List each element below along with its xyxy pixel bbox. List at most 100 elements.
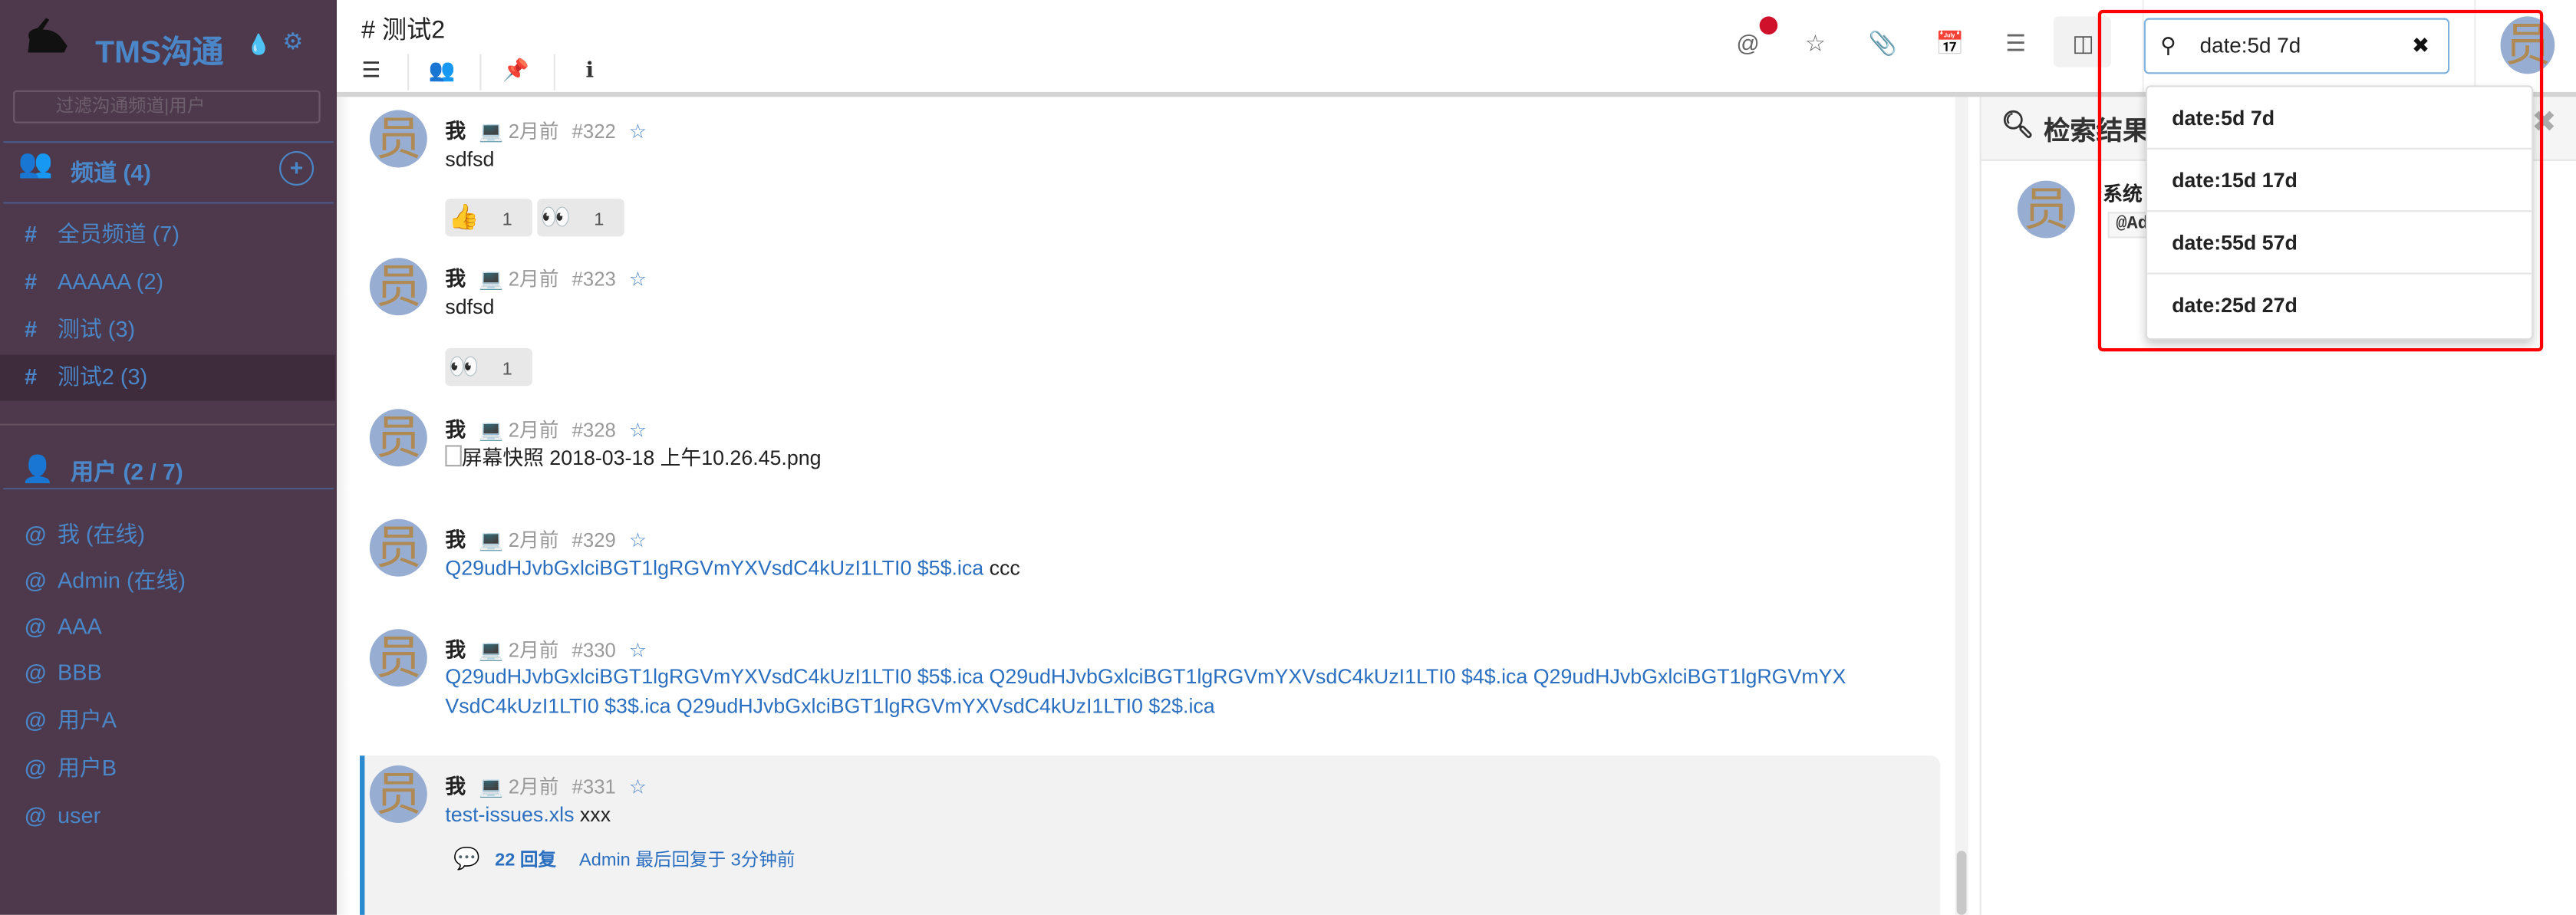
sidebar-user-item[interactable]: @ AAA: [0, 604, 335, 650]
search-box[interactable]: ⚲ date:5d 7d ✖: [2143, 18, 2450, 74]
file-link[interactable]: test-issues.xls: [445, 803, 574, 826]
star-icon[interactable]: ☆: [1797, 30, 1833, 58]
laptop-icon: 💻: [479, 775, 504, 798]
scrollbar-track[interactable]: [1955, 95, 1968, 915]
user-label: 我 (在线): [57, 522, 145, 548]
reaction-eyes[interactable]: 👀 1: [445, 348, 532, 387]
hash-icon: #: [25, 364, 38, 390]
star-icon[interactable]: ☆: [629, 529, 647, 552]
attachment-icon[interactable]: 📎: [1865, 30, 1901, 58]
message-id: #322: [572, 120, 616, 143]
message-text-suffix: xxx: [574, 803, 611, 827]
reply-count[interactable]: 22 回复: [495, 851, 556, 871]
author-name[interactable]: 我: [445, 120, 466, 143]
avatar[interactable]: 员: [369, 258, 427, 316]
sidebar-user-item[interactable]: @ 用户B: [0, 745, 335, 792]
reaction-eyes[interactable]: 👀 1: [536, 199, 624, 237]
user-avatar[interactable]: 员: [2500, 16, 2555, 74]
star-icon[interactable]: ☆: [629, 419, 647, 442]
channel-label: AAAAA (2): [57, 269, 164, 295]
message-text: Q29udHJvbGxlciBGT1lgRGVmYXVsdC4kUzI1LTI0…: [445, 554, 1020, 585]
file-link[interactable]: Q29udHJvbGxlciBGT1lgRGVmYXVsdC4kUzI1LTI0…: [445, 557, 983, 580]
avatar[interactable]: 员: [369, 110, 427, 168]
suggestion-item[interactable]: date:25d 27d: [2147, 275, 2532, 337]
avatar[interactable]: 员: [369, 629, 427, 687]
suggestion-item[interactable]: date:5d 7d: [2147, 87, 2532, 150]
scrollbar-thumb[interactable]: [1956, 851, 1967, 915]
star-icon[interactable]: ☆: [629, 775, 647, 798]
user-label: 用户B: [57, 755, 117, 781]
laptop-icon: 💻: [479, 419, 504, 443]
avatar[interactable]: 员: [2017, 180, 2075, 239]
avatar[interactable]: 员: [369, 409, 427, 467]
timestamp: 2月前: [508, 528, 559, 552]
star-icon[interactable]: ☆: [629, 268, 647, 291]
clear-search-icon[interactable]: ✖: [2412, 33, 2429, 59]
divider: [3, 488, 334, 490]
avatar[interactable]: 员: [369, 518, 427, 577]
sidebar: TMS沟通 💧 ⚙ 👥 频道 (4) + # 全员频道 (7) # AAAAA (2…: [0, 0, 338, 915]
reaction-thumbs-up[interactable]: 👍 1: [445, 199, 532, 237]
calendar-icon[interactable]: 📅: [1932, 30, 1968, 58]
suggestion-item[interactable]: date:55d 57d: [2147, 212, 2532, 275]
close-panel-icon[interactable]: ✖: [2532, 105, 2556, 140]
message-area: 员 我 💻 2月前 #322 ☆ sdfsd 👍 1 👀 1 员 我 💻 2月前 #323 ☆ sdf…: [337, 0, 1968, 915]
avatar[interactable]: 员: [369, 765, 427, 823]
rabbit-logo-icon: [23, 16, 72, 64]
mentions-icon[interactable]: @: [1730, 30, 1766, 56]
author-name[interactable]: 我: [445, 639, 466, 662]
author-name[interactable]: 我: [445, 268, 466, 291]
list-icon[interactable]: ☰: [1998, 30, 2034, 58]
author-name[interactable]: 我: [445, 529, 466, 552]
sidebar-user-item[interactable]: @ 用户A: [0, 698, 335, 744]
pin-icon[interactable]: 📌: [481, 54, 550, 91]
theme-drop-icon[interactable]: 💧: [246, 33, 271, 56]
suggestion-item[interactable]: date:15d 17d: [2147, 150, 2532, 212]
channel-label: 全员频道 (7): [57, 222, 180, 247]
reaction-count: 1: [502, 210, 512, 230]
panel-title: 检索结果: [2044, 118, 2149, 146]
sidebar-channel-item[interactable]: # 全员频道 (7): [0, 212, 335, 258]
comment-icon: 💬: [453, 845, 480, 871]
channel-header: # 测试2 ☰ 👥 📌 ℹ @ ☆ 📎 📅 ☰ ◫ ⚲ date:5d 7d ✖…: [337, 0, 2576, 97]
sidebar-user-item[interactable]: @ 我 (在线): [0, 512, 335, 558]
author-name[interactable]: 我: [445, 419, 466, 442]
divider: [0, 423, 335, 426]
hash-icon: #: [25, 317, 38, 342]
sidebar-channel-item-active[interactable]: # 测试2 (3): [0, 354, 335, 401]
members-icon[interactable]: 👥: [407, 54, 476, 91]
message-image[interactable]: 屏幕快照 2018-03-18 上午10.26.45.png: [445, 443, 822, 475]
search-suggestions-dropdown: date:5d 7d date:15d 17d date:55d 57d dat…: [2145, 85, 2534, 341]
star-icon[interactable]: ☆: [629, 120, 647, 143]
author-name[interactable]: 我: [445, 775, 466, 798]
message-header: 我 💻 2月前 #330 ☆: [445, 633, 647, 664]
sidebar-user-item[interactable]: @ user: [0, 793, 335, 839]
menu-icon[interactable]: ☰: [337, 54, 406, 91]
user-label: Admin (在线): [57, 568, 186, 594]
file-links[interactable]: Q29udHJvbGxlciBGT1lgRGVmYXVsdC4kUzI1LTI0…: [445, 662, 1846, 693]
add-channel-button[interactable]: +: [279, 151, 315, 186]
divider: [3, 202, 334, 204]
user-label: BBB: [57, 660, 102, 686]
sidebar-user-item[interactable]: @ Admin (在线): [0, 558, 335, 604]
info-icon[interactable]: ℹ: [555, 54, 624, 91]
sidebar-channel-item[interactable]: # 测试 (3): [0, 307, 335, 353]
channel-user-filter-input[interactable]: [13, 90, 321, 123]
sidebar-channel-item[interactable]: # AAAAA (2): [0, 259, 335, 305]
separator: [2474, 0, 2476, 92]
message-id: #330: [572, 639, 616, 663]
hash-icon: #: [25, 269, 38, 295]
columns-icon[interactable]: ◫: [2065, 30, 2101, 58]
sidebar-user-item[interactable]: @ BBB: [0, 650, 335, 696]
search-icon: 🔍︎: [2001, 111, 2034, 140]
last-reply-info: Admin 最后回复于 3分钟前: [579, 851, 796, 871]
reactions: 👍 1 👀 1: [445, 199, 628, 237]
file-links[interactable]: VsdC4kUzI1LTI0 $3$.ica Q29udHJvbGxlciBGT…: [445, 692, 1214, 723]
settings-gears-icon[interactable]: ⚙: [282, 28, 303, 55]
timestamp: 2月前: [508, 120, 559, 143]
star-icon[interactable]: ☆: [629, 639, 647, 662]
search-input[interactable]: date:5d 7d: [2200, 33, 2301, 58]
laptop-icon: 💻: [479, 268, 504, 291]
thread-replies[interactable]: 💬 22 回复 Admin 最后回复于 3分钟前: [453, 846, 795, 872]
at-icon: @: [25, 522, 47, 548]
